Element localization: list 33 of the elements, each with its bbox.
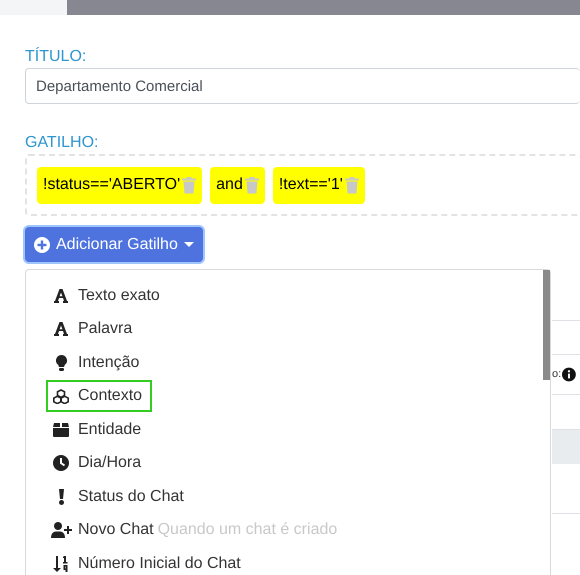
field-label: o: bbox=[552, 367, 562, 382]
user-plus-icon bbox=[50, 522, 72, 538]
sidebar-strip bbox=[0, 0, 67, 15]
trash-icon[interactable] bbox=[344, 176, 359, 194]
box-icon bbox=[53, 422, 69, 437]
field-label: TÍTULO: bbox=[25, 46, 88, 67]
menu-item[interactable]: Texto exato bbox=[46, 280, 170, 312]
sort-numeric-icon bbox=[53, 556, 69, 572]
trash-icon[interactable] bbox=[244, 176, 259, 194]
lightbulb-icon bbox=[56, 354, 66, 371]
letter-icon bbox=[54, 288, 68, 303]
caret-icon bbox=[184, 242, 194, 248]
trigger-text: !status=='ABERTO' bbox=[43, 175, 180, 195]
add-trigger-button[interactable]: Adicionar Gatilho bbox=[25, 227, 203, 262]
trash-icon[interactable] bbox=[182, 176, 196, 194]
title-input[interactable]: Departamento Comercial bbox=[25, 68, 580, 104]
cubes-icon bbox=[53, 388, 69, 404]
info-icon bbox=[562, 367, 576, 382]
plus-circle-icon bbox=[34, 236, 50, 252]
exclamation-icon bbox=[58, 488, 64, 505]
menu-item[interactable]: Intenção bbox=[46, 346, 150, 379]
menu-item[interactable]: Entidade bbox=[46, 414, 152, 446]
menu-item[interactable]: Contexto bbox=[46, 380, 152, 412]
letter-icon bbox=[54, 322, 68, 336]
trigger-text: and bbox=[216, 175, 243, 195]
menu-item[interactable]: Número Inicial do Chat bbox=[46, 548, 251, 575]
field-label: GATILHO: bbox=[25, 133, 100, 153]
clock-icon bbox=[53, 455, 69, 472]
menu-item[interactable]: Palavra bbox=[46, 313, 142, 346]
menu-item[interactable]: Status do Chat bbox=[46, 480, 194, 513]
menu-item[interactable]: Dia/Hora bbox=[46, 447, 152, 480]
trigger-text: !text=='1' bbox=[278, 175, 343, 195]
table-header-row bbox=[552, 429, 580, 464]
